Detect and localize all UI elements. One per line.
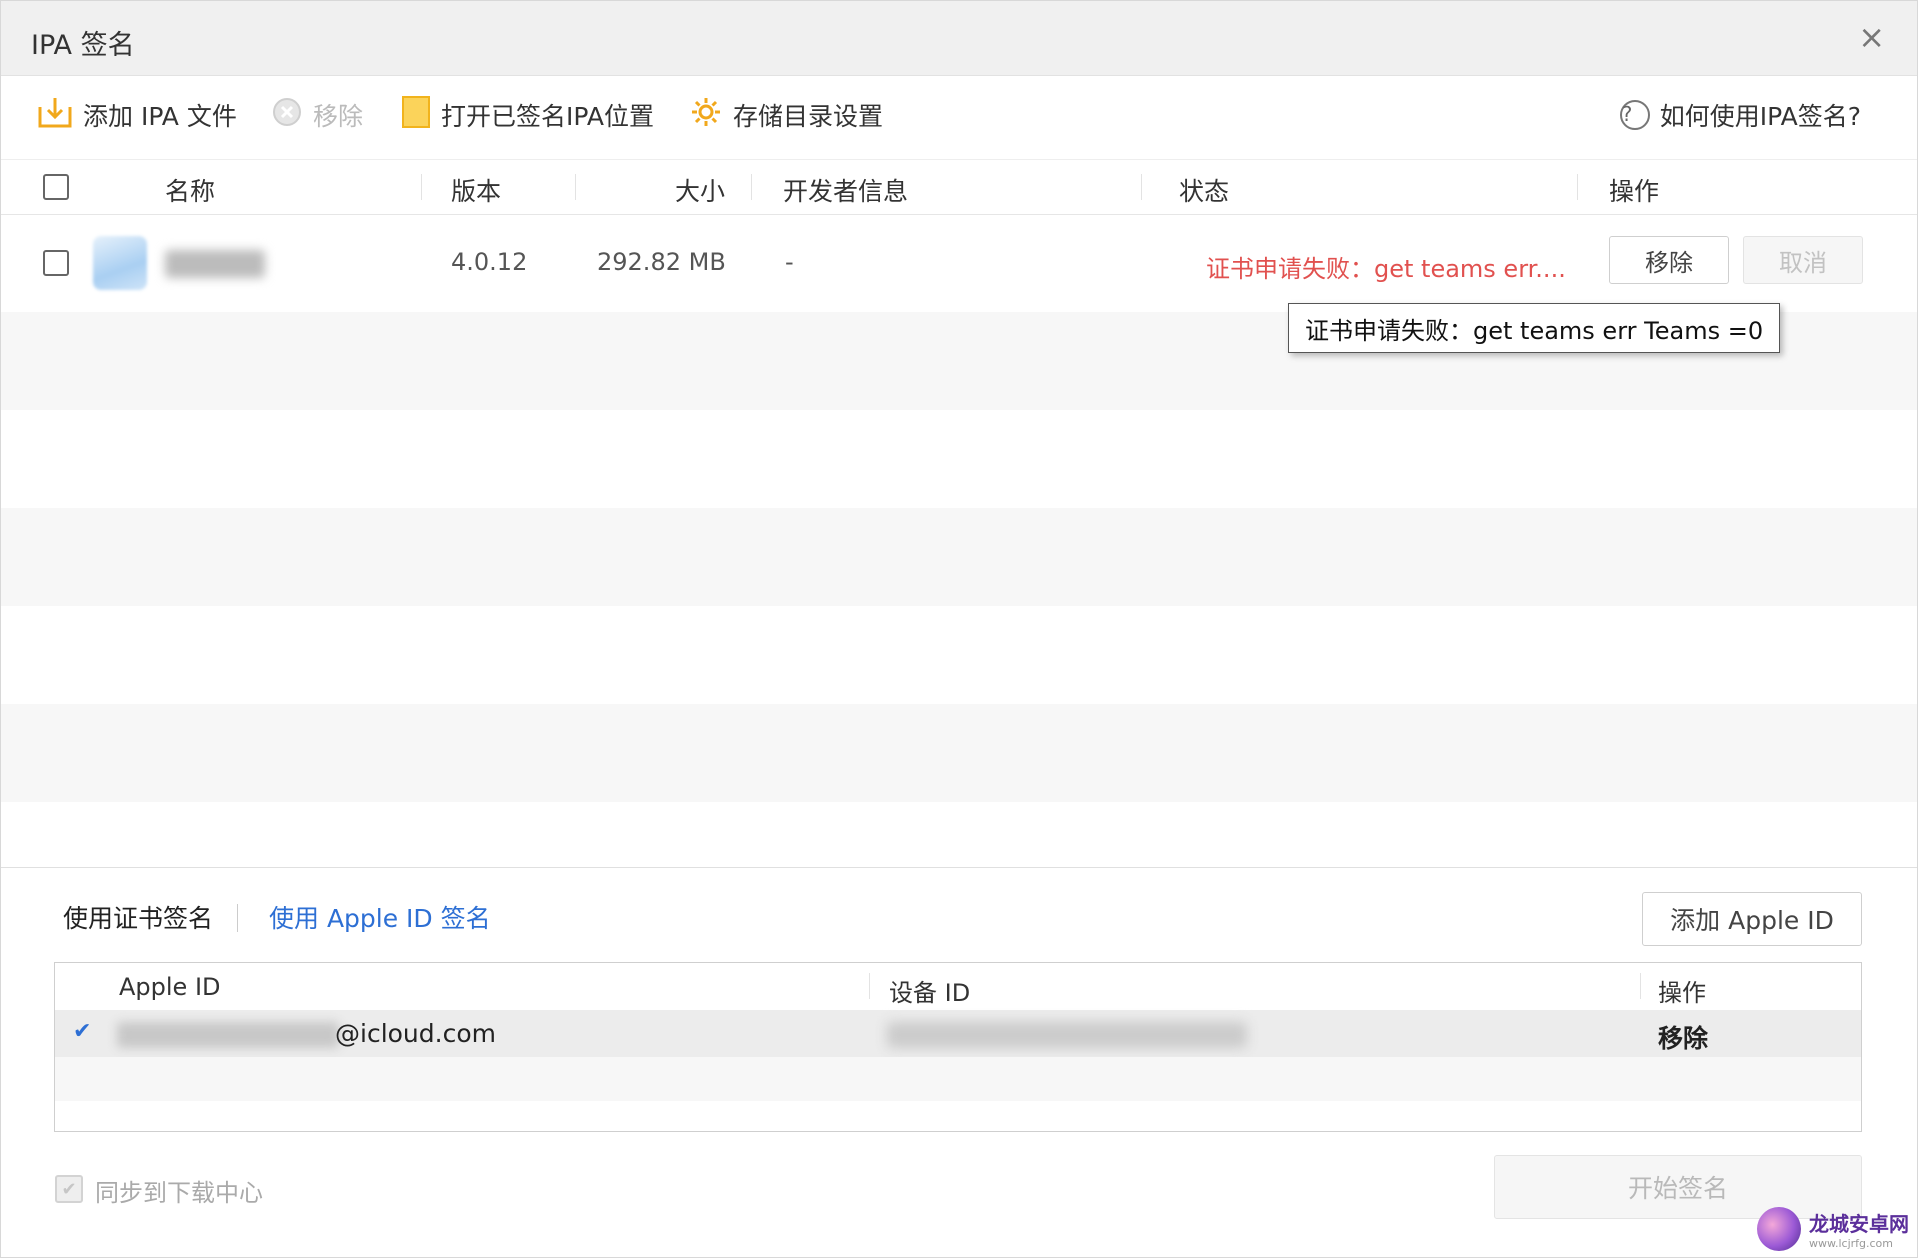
header-apple-id: Apple ID xyxy=(119,973,221,1001)
app-name-redacted xyxy=(165,250,265,278)
help-label: 如何使用IPA签名? xyxy=(1659,102,1861,131)
column-divider[interactable] xyxy=(751,174,752,200)
title-bar: IPA 签名 × xyxy=(1,1,1917,76)
toolbar: 添加 IPA 文件 移除 打开已签名IPA位置 存储目录设置 ? 如何使用IPA… xyxy=(1,81,1917,153)
section-divider xyxy=(1,867,1917,868)
apple-id-remove-link[interactable]: 移除 xyxy=(1658,1019,1708,1055)
apple-id-table-header: Apple ID 设备 ID 操作 xyxy=(55,963,1861,1010)
row-status-error[interactable]: 证书申请失败：get teams err.... xyxy=(1206,249,1566,284)
apple-id-row[interactable]: ✔ @icloud.com 移除 xyxy=(55,1010,1861,1057)
apple-id-table: Apple ID 设备 ID 操作 ✔ @icloud.com 移除 xyxy=(54,962,1862,1132)
header-size: 大小 xyxy=(675,177,726,206)
selected-check-icon: ✔ xyxy=(73,1019,92,1044)
help-link[interactable]: ? 如何使用IPA签名? xyxy=(1619,95,1861,135)
row-cancel-button[interactable]: 取消 xyxy=(1743,236,1863,284)
remove-toolbar-button[interactable]: 移除 xyxy=(271,95,363,135)
tab-apple-id-sign[interactable]: 使用 Apple ID 签名 xyxy=(269,899,491,935)
status-tooltip: 证书申请失败：get teams err Teams =0 xyxy=(1288,303,1781,353)
header-version: 版本 xyxy=(451,177,502,206)
tab-certificate-sign[interactable]: 使用证书签名 xyxy=(63,899,213,935)
column-divider[interactable] xyxy=(869,973,870,999)
gear-icon xyxy=(689,95,723,135)
window-title: IPA 签名 xyxy=(31,30,135,61)
empty-row xyxy=(1,704,1917,802)
watermark-url: www.lcjrfg.com xyxy=(1809,1237,1894,1250)
header-apple-action: 操作 xyxy=(1658,979,1706,1007)
open-signed-location-button[interactable]: 打开已签名IPA位置 xyxy=(401,95,654,135)
add-ipa-label: 添加 IPA 文件 xyxy=(83,102,237,131)
remove-toolbar-label: 移除 xyxy=(313,102,364,131)
import-folder-icon xyxy=(37,95,73,135)
storage-settings-button[interactable]: 存储目录设置 xyxy=(689,95,883,135)
device-id-redacted xyxy=(887,1022,1247,1048)
row-remove-button[interactable]: 移除 xyxy=(1609,236,1729,284)
column-divider[interactable] xyxy=(1577,174,1578,200)
empty-row xyxy=(1,508,1917,606)
question-icon: ? xyxy=(1619,100,1650,130)
header-status: 状态 xyxy=(1179,177,1230,206)
empty-row xyxy=(55,1057,1861,1101)
row-developer: - xyxy=(785,248,794,276)
row-checkbox[interactable] xyxy=(43,250,69,276)
empty-row xyxy=(1,606,1917,704)
folder-icon xyxy=(401,95,431,135)
column-divider[interactable] xyxy=(1141,174,1142,200)
add-ipa-button[interactable]: 添加 IPA 文件 xyxy=(37,95,237,135)
sync-download-label: 同步到下载中心 xyxy=(95,1179,263,1207)
watermark-text: 龙城安卓网 www.lcjrfg.com xyxy=(1809,1208,1909,1250)
ipa-sign-window: IPA 签名 × 添加 IPA 文件 移除 打开已签名IPA位置 存储目录设置 … xyxy=(0,0,1918,1258)
watermark-name: 龙城安卓网 xyxy=(1809,1212,1909,1236)
row-version: 4.0.12 xyxy=(451,248,528,276)
column-divider[interactable] xyxy=(1640,973,1641,999)
table-row[interactable]: 4.0.12 292.82 MB - 证书申请失败：get teams err.… xyxy=(1,214,1917,312)
header-developer: 开发者信息 xyxy=(783,177,909,206)
header-device-id: 设备 ID xyxy=(889,979,971,1007)
apple-id-email-suffix: @icloud.com xyxy=(335,1019,496,1048)
empty-row xyxy=(1,410,1917,508)
close-icon[interactable]: × xyxy=(1858,21,1885,53)
storage-settings-label: 存储目录设置 xyxy=(733,102,884,131)
sync-download-checkbox[interactable]: ✔ xyxy=(55,1175,83,1203)
email-redacted xyxy=(117,1022,339,1048)
app-icon xyxy=(93,236,147,290)
header-action: 操作 xyxy=(1609,177,1660,206)
open-signed-location-label: 打开已签名IPA位置 xyxy=(441,102,654,131)
tab-separator xyxy=(237,904,238,932)
column-divider[interactable] xyxy=(421,174,422,200)
select-all-checkbox[interactable] xyxy=(43,174,69,200)
header-name: 名称 xyxy=(165,177,216,206)
file-table-header: 名称 版本 大小 开发者信息 状态 操作 xyxy=(1,159,1917,215)
row-size: 292.82 MB xyxy=(597,248,726,276)
column-divider[interactable] xyxy=(575,174,576,200)
watermark-logo xyxy=(1757,1207,1801,1251)
watermark: 龙城安卓网 www.lcjrfg.com xyxy=(1757,1207,1909,1251)
add-apple-id-button[interactable]: 添加 Apple ID xyxy=(1642,892,1862,946)
remove-circle-icon xyxy=(271,96,303,134)
